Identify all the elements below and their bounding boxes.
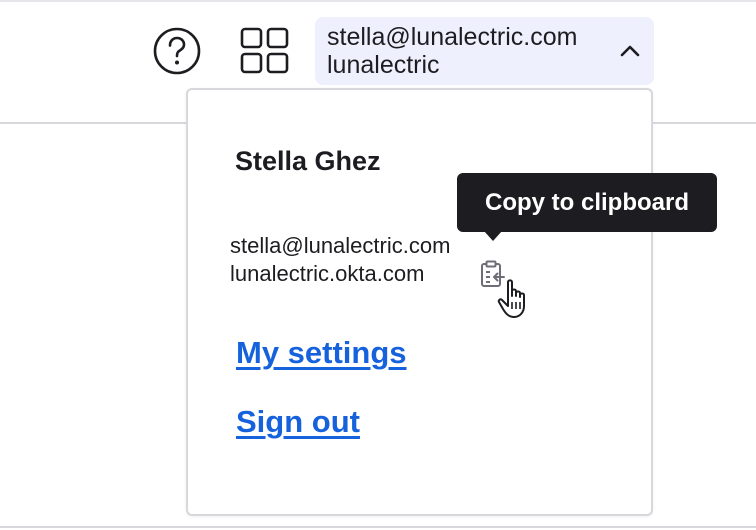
org-domain: lunalectric.okta.com xyxy=(230,261,425,286)
account-org: lunalectric xyxy=(327,51,440,79)
sign-out-link[interactable]: Sign out xyxy=(236,404,360,440)
chevron-up-icon xyxy=(620,45,640,57)
clipboard-copy-icon xyxy=(481,260,505,287)
copy-tooltip: Copy to clipboard xyxy=(457,173,717,232)
user-email: stella@lunalectric.com xyxy=(230,233,451,258)
tooltip-arrow xyxy=(484,231,502,241)
top-divider xyxy=(0,0,756,2)
app-switcher-button[interactable] xyxy=(236,22,294,80)
account-menu-button[interactable]: stella@lunalectric.com lunalectric xyxy=(315,17,654,85)
user-name: Stella Ghez xyxy=(235,146,381,176)
bottom-divider xyxy=(0,526,756,528)
app-grid-icon xyxy=(240,27,289,74)
help-button[interactable] xyxy=(150,24,204,78)
my-settings-link[interactable]: My settings xyxy=(236,335,407,371)
question-circle-icon xyxy=(153,27,201,75)
account-dropdown: Stella Ghez stella@lunalectric.com lunal… xyxy=(186,88,653,516)
copy-to-clipboard-button[interactable] xyxy=(478,258,508,290)
account-email: stella@lunalectric.com xyxy=(327,23,578,51)
